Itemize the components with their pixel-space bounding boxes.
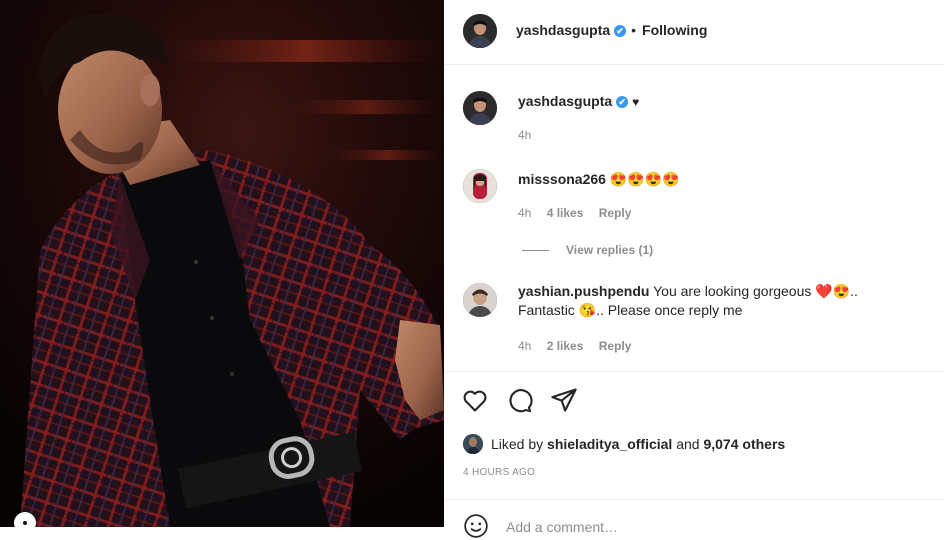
- comment-username[interactable]: yashian.pushpendu: [518, 283, 649, 299]
- header-title-line: yashdasgupta ✔ • Following: [516, 22, 707, 38]
- comment-meta: 4h 4 likes Reply: [518, 206, 643, 220]
- liked-by-prefix: Liked by: [491, 436, 544, 452]
- likes-count[interactable]: 9,074 others: [703, 436, 785, 452]
- post-timestamp[interactable]: 4 HOURS AGO: [463, 467, 535, 478]
- emoji-smile-icon[interactable]: [463, 513, 489, 539]
- comment-text: ♥: [632, 95, 640, 109]
- comment-text-part1: You are looking gorgeous: [653, 283, 812, 299]
- like-button[interactable]: [461, 386, 489, 414]
- comment-likes[interactable]: 2 likes: [547, 339, 584, 353]
- paper-plane-icon: [551, 388, 577, 412]
- add-comment-input[interactable]: Add a comment…: [506, 519, 618, 535]
- commenter-avatar[interactable]: [463, 91, 497, 125]
- author-avatar[interactable]: [463, 14, 497, 48]
- comment-time[interactable]: 4h: [518, 128, 531, 142]
- post-panel: yashdasgupta ✔ • Following yashdasgupta ✔ ♥ 4…: [444, 0, 944, 538]
- following-button[interactable]: Following: [642, 22, 707, 38]
- view-replies-line: [522, 250, 549, 252]
- comment-meta: 4h: [518, 128, 543, 142]
- comment-bubble-icon: [509, 389, 533, 413]
- comment-time[interactable]: 4h: [518, 206, 531, 220]
- liked-by-user[interactable]: shieladitya_official: [547, 436, 672, 452]
- reply-button[interactable]: Reply: [599, 206, 632, 220]
- comment-username[interactable]: misssona266: [518, 171, 606, 187]
- post-photo[interactable]: [0, 0, 444, 527]
- post-header: yashdasgupta ✔ • Following: [444, 0, 944, 65]
- photo-tag-dot[interactable]: [14, 512, 36, 527]
- header-separator: •: [631, 22, 637, 38]
- post-actions: Liked by shieladitya_official and 9,074 …: [444, 371, 944, 538]
- liker-avatar[interactable]: [463, 434, 483, 454]
- add-comment-bar: Add a comment…: [444, 499, 944, 540]
- verified-badge-icon: ✔: [614, 25, 627, 37]
- comment-text-part3: .. Please once reply me: [596, 302, 743, 318]
- reply-button[interactable]: Reply: [599, 339, 632, 353]
- comment-username[interactable]: yashdasgupta: [518, 93, 612, 109]
- avatar-image: [463, 14, 497, 48]
- comment-body: yashian.pushpendu You are looking gorgeo…: [518, 282, 898, 320]
- comment-emoji-b: 😘: [578, 302, 597, 318]
- view-replies-button[interactable]: View replies (1): [522, 243, 653, 257]
- avatar-image: [463, 91, 497, 125]
- liked-by-line: Liked by shieladitya_official and 9,074 …: [463, 434, 785, 454]
- comment-likes[interactable]: 4 likes: [547, 206, 584, 220]
- author-username[interactable]: yashdasgupta: [516, 22, 610, 38]
- share-button[interactable]: [550, 386, 578, 414]
- commenter-avatar[interactable]: [463, 169, 497, 203]
- comment-time[interactable]: 4h: [518, 339, 531, 353]
- avatar-image: [463, 169, 497, 203]
- avatar-image: [463, 434, 483, 454]
- post-photo-image: [0, 0, 444, 527]
- comment-meta: 4h 2 likes Reply: [518, 339, 643, 353]
- view-replies-label: View replies (1): [566, 243, 654, 257]
- verified-badge-icon: ✔: [616, 96, 629, 108]
- comment-body: yashdasgupta ✔ ♥: [518, 92, 898, 112]
- liked-by-middle: and: [676, 436, 700, 452]
- commenter-avatar[interactable]: [463, 283, 497, 317]
- comment-emoji-a: ❤️😍: [815, 283, 851, 299]
- avatar-image: [463, 283, 497, 317]
- comment-body: misssona266 😍😍😍😍: [518, 170, 898, 189]
- comment-button[interactable]: [505, 386, 533, 414]
- heart-outline-icon: [463, 390, 487, 412]
- comment-text: 😍😍😍😍: [609, 171, 680, 187]
